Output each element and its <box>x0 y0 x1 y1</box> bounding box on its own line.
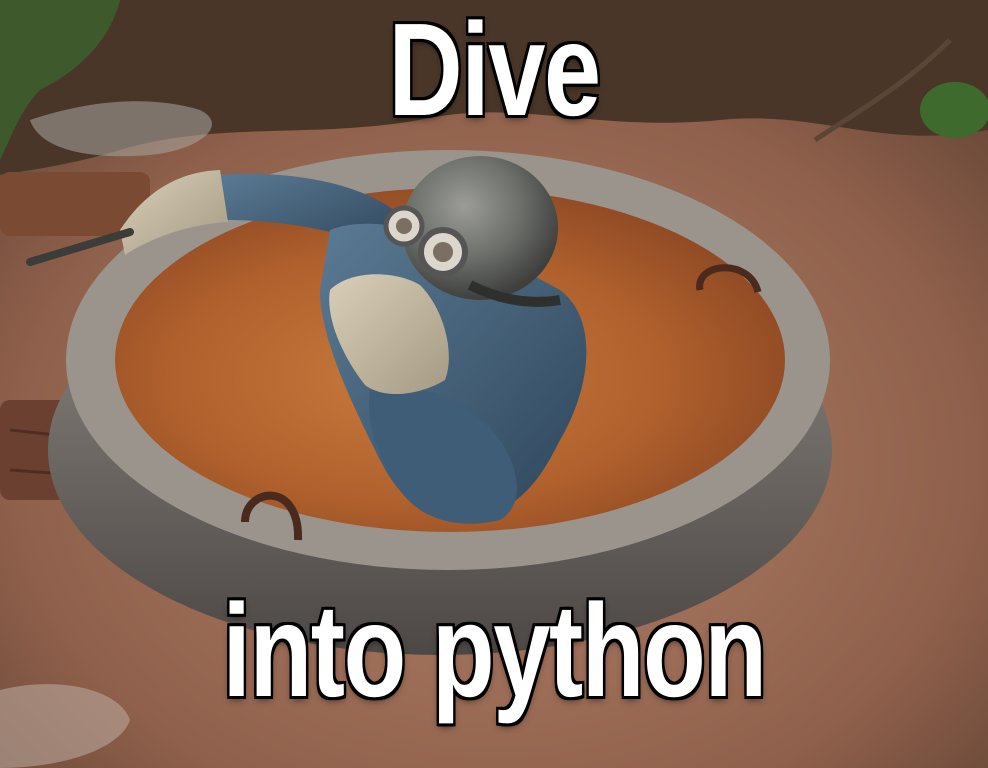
diver-helmet <box>402 156 558 300</box>
meme-top-caption: Dive <box>388 0 601 143</box>
meme-image: Dive into python <box>0 0 988 768</box>
meme-bottom-caption: into python <box>222 577 767 724</box>
foliage-right <box>920 82 988 138</box>
